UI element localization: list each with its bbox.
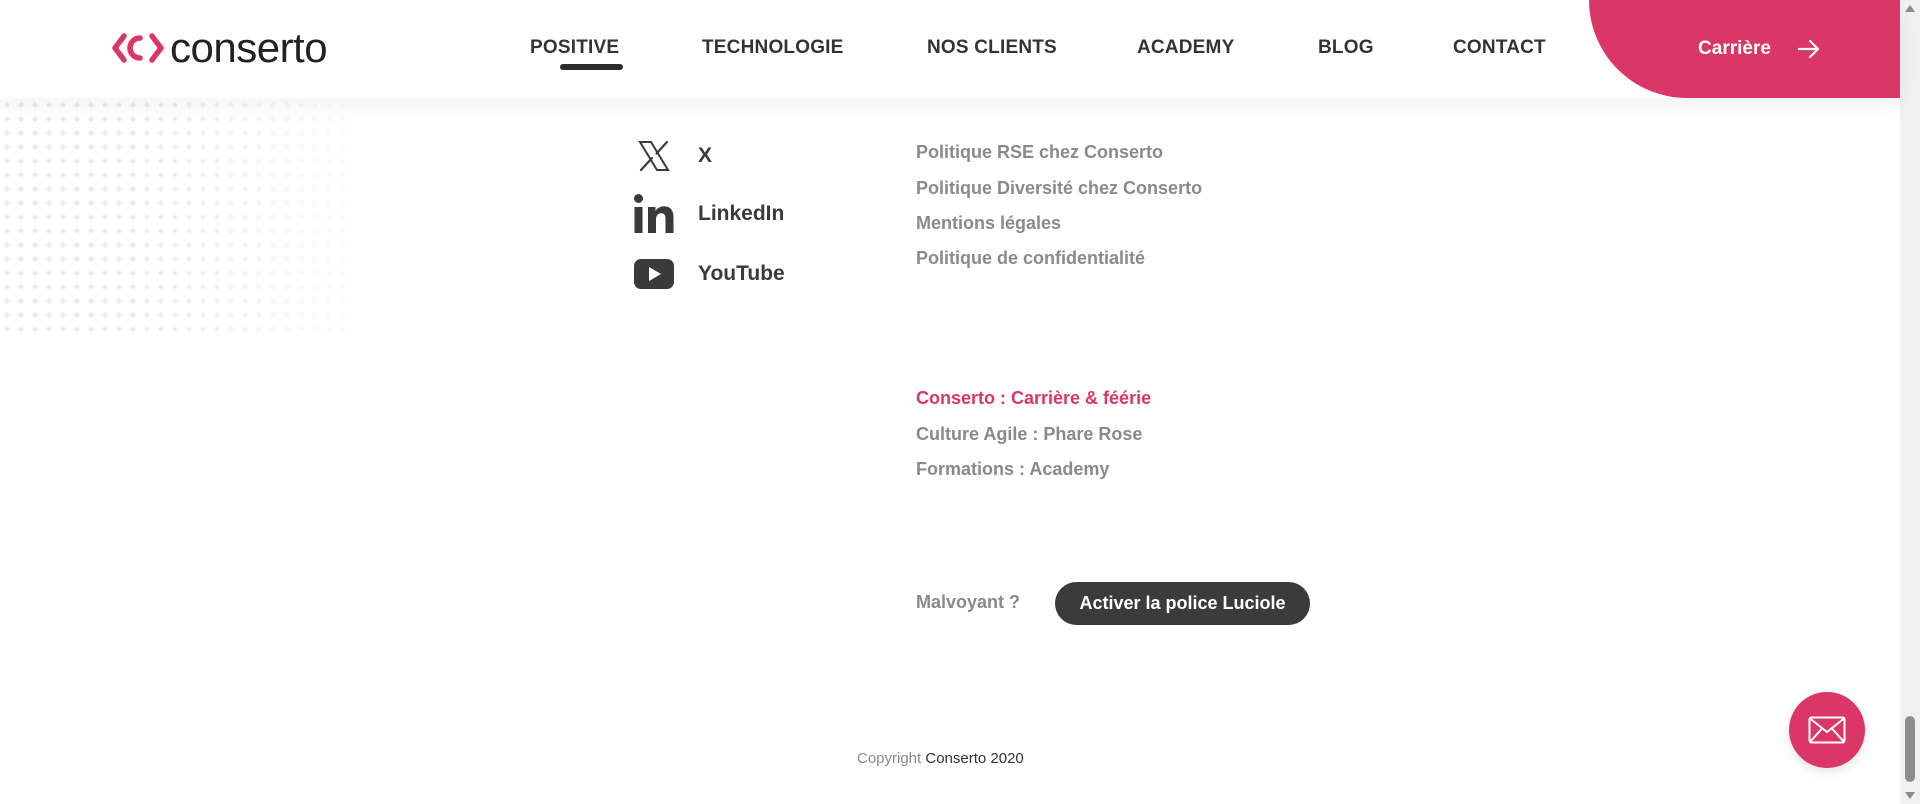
linkedin-icon bbox=[632, 192, 676, 236]
youtube-icon bbox=[632, 252, 676, 296]
link-mentions-legales[interactable]: Mentions légales bbox=[916, 213, 1061, 234]
copyright-prefix: Copyright bbox=[857, 750, 926, 767]
carriere-button-label: Carrière bbox=[1698, 38, 1771, 59]
social-x[interactable]: X bbox=[632, 134, 712, 178]
link-politique-confidentialite[interactable]: Politique de confidentialité bbox=[916, 248, 1145, 269]
nav-positive[interactable]: POSITIVE bbox=[530, 37, 619, 59]
social-x-label: X bbox=[698, 144, 713, 167]
scroll-up-arrow-icon[interactable] bbox=[1900, 0, 1920, 17]
carriere-button[interactable]: Carrière bbox=[1589, 0, 1900, 98]
link-politique-diversite[interactable]: Politique Diversité chez Conserto bbox=[916, 178, 1202, 199]
x-icon bbox=[632, 134, 676, 178]
social-linkedin-label: LinkedIn bbox=[698, 202, 785, 225]
dot-pattern-decoration bbox=[0, 98, 350, 338]
arrow-right-icon bbox=[1797, 39, 1820, 59]
nav-nos-clients[interactable]: NOS CLIENTS bbox=[927, 37, 1057, 59]
social-youtube[interactable]: YouTube bbox=[632, 252, 785, 296]
link-carriere-feerie[interactable]: Conserto : Carrière & féérie bbox=[916, 388, 1151, 409]
link-culture-agile[interactable]: Culture Agile : Phare Rose bbox=[916, 424, 1142, 445]
link-politique-rse[interactable]: Politique RSE chez Conserto bbox=[916, 142, 1163, 163]
nav-active-indicator bbox=[560, 64, 623, 70]
scroll-down-arrow-icon[interactable] bbox=[1900, 787, 1920, 804]
social-linkedin[interactable]: LinkedIn bbox=[632, 192, 784, 236]
nav-technologie[interactable]: TECHNOLOGIE bbox=[702, 37, 844, 59]
social-youtube-label: YouTube bbox=[698, 262, 785, 285]
mail-icon bbox=[1808, 716, 1846, 744]
nav-contact[interactable]: CONTACT bbox=[1453, 37, 1546, 59]
scrollbar-thumb[interactable] bbox=[1905, 716, 1915, 782]
activer-luciole-button[interactable]: Activer la police Luciole bbox=[1055, 582, 1310, 625]
contact-mail-button[interactable] bbox=[1789, 692, 1865, 768]
nav-blog[interactable]: BLOG bbox=[1318, 37, 1374, 59]
link-formations-academy[interactable]: Formations : Academy bbox=[916, 459, 1109, 480]
copyright-brand: Conserto 2020 bbox=[925, 750, 1024, 767]
site-header: conserto POSITIVE TECHNOLOGIE NOS CLIENT… bbox=[0, 0, 1900, 98]
page-scrollbar[interactable] bbox=[1900, 0, 1920, 804]
malvoyant-label: Malvoyant ? bbox=[916, 592, 1021, 612]
nav-academy[interactable]: ACADEMY bbox=[1137, 37, 1234, 59]
